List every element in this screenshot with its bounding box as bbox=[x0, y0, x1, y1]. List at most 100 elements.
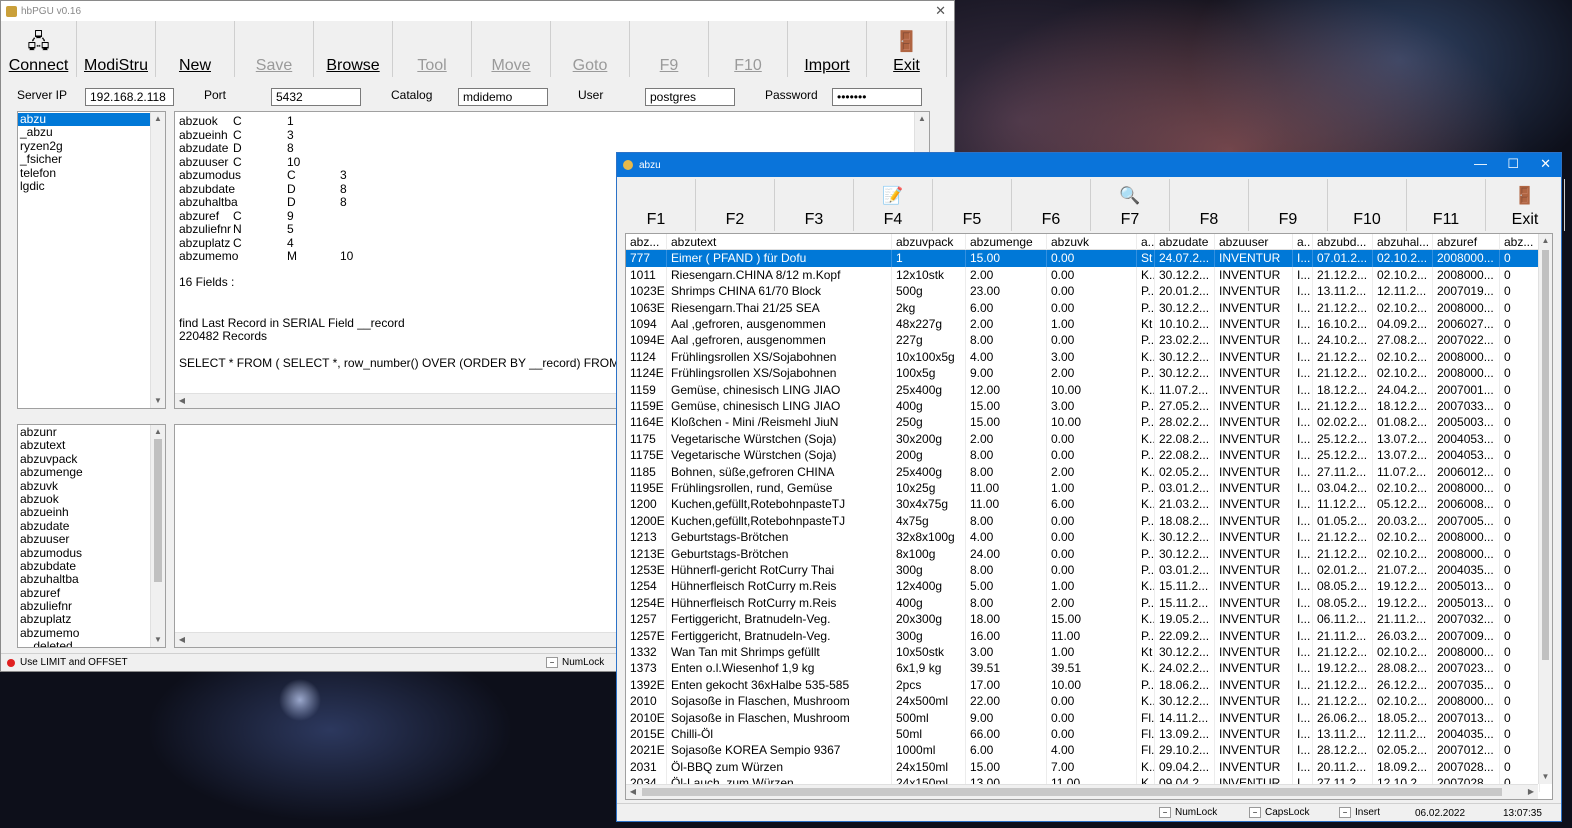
table-row[interactable]: 1011 Riesengarn.CHINA 8/12 m.Kopf 12x10stk… bbox=[626, 266, 1540, 284]
field-list-item[interactable]: abzumenge bbox=[18, 465, 165, 479]
grid-column-header[interactable]: a.. bbox=[1293, 234, 1313, 251]
close-icon[interactable]: ✕ bbox=[1540, 156, 1551, 172]
table-row[interactable]: 1200 Kuchen,gefüllt,RotebohnpasteTJ 30x4x7… bbox=[626, 496, 1540, 513]
field-list-item[interactable]: abzuok bbox=[18, 492, 165, 506]
table-row[interactable]: 1332 Wan Tan mit Shrimps gefüllt 10x50stk 3… bbox=[626, 644, 1540, 661]
table-list-item[interactable]: ryzen2g bbox=[18, 139, 165, 153]
table-row[interactable]: 1094E Aal ,gefroren, ausgenommen 227g 8.00 0… bbox=[626, 332, 1540, 349]
scroll-up-icon[interactable]: ▲ bbox=[151, 425, 165, 439]
table-list-item[interactable]: lgdic bbox=[18, 179, 165, 193]
table-row[interactable]: 1200E Kuchen,gefüllt,RotebohnpasteTJ 4x75g… bbox=[626, 512, 1540, 530]
grid-column-header[interactable]: abzuref bbox=[1433, 234, 1500, 251]
table-row[interactable]: 2021E Sojasoße KOREA Sempio 9367 1000ml 6.0… bbox=[626, 742, 1540, 759]
grid-column-header[interactable]: abzuhal... bbox=[1373, 234, 1433, 251]
table-list-item[interactable]: _abzu bbox=[18, 125, 165, 139]
toolbar-f10-button[interactable]: F10 bbox=[709, 21, 788, 77]
table-row[interactable]: 1063E Riesengarn.Thai 21/25 SEA 2kg 6.00 0.0… bbox=[626, 299, 1540, 316]
scroll-down-icon[interactable]: ▼ bbox=[151, 633, 165, 647]
table-list[interactable]: abzu _abzu ryzen2g _fsicher telefon lgdic ▲ ▼ bbox=[17, 111, 166, 409]
field-list-item[interactable]: abzueinh bbox=[18, 505, 165, 519]
table-row[interactable]: 1254E Hühnerfleisch RotCurry m.Reis 400g 8.… bbox=[626, 594, 1540, 612]
server-ip-input[interactable] bbox=[85, 88, 174, 106]
browse-f6-button[interactable]: F6 bbox=[1012, 179, 1091, 231]
browse-f8-button[interactable]: F8 bbox=[1170, 179, 1249, 231]
toolbar-save-button[interactable]: Save bbox=[235, 21, 314, 77]
table-row[interactable]: 1392E Enten gekocht 36xHalbe 535-585 2pcs 1… bbox=[626, 676, 1540, 694]
browse-f11-button[interactable]: F11 bbox=[1407, 179, 1486, 231]
table-row[interactable]: 1253E Hühnerfl-gericht RotCurry Thai 300g 8… bbox=[626, 562, 1540, 579]
field-list-item[interactable]: abzubdate bbox=[18, 559, 165, 573]
maximize-icon[interactable]: ☐ bbox=[1507, 156, 1519, 172]
toolbar-move-button[interactable]: Move bbox=[472, 21, 551, 77]
fields-list[interactable]: abzunr abzutext abzuvpack abzumenge abzuvk ab… bbox=[17, 424, 166, 648]
table-row[interactable]: 1213E Geburtstags-Brötchen 8x100g 24.00 0.00… bbox=[626, 545, 1540, 562]
field-list-item[interactable]: abzudate bbox=[18, 519, 165, 533]
grid-column-header[interactable]: a.. bbox=[1137, 234, 1155, 251]
table-row[interactable]: 1124 Frühlingsrollen XS/Sojabohnen 10x100x… bbox=[626, 348, 1540, 366]
table-row[interactable]: 1175E Vegetarische Würstchen (Soja) 200g 8.… bbox=[626, 447, 1540, 464]
toolbar-f9-button[interactable]: F9 bbox=[630, 21, 709, 77]
grid-vscrollbar[interactable]: ▲ ▼ bbox=[1538, 234, 1552, 784]
table-row[interactable]: 1175 Vegetarische Würstchen (Soja) 30x200g… bbox=[626, 430, 1540, 448]
close-icon[interactable]: ✕ bbox=[935, 3, 946, 19]
scroll-up-icon[interactable]: ▲ bbox=[1539, 234, 1552, 248]
browse-exit-button[interactable]: 🚪 Exit bbox=[1486, 179, 1565, 231]
scroll-down-icon[interactable]: ▼ bbox=[151, 394, 165, 408]
field-list-item[interactable]: abzuliefnr bbox=[18, 599, 165, 613]
table-row[interactable]: 1159 Gemüse, chinesisch LING JIAO 25x400g 1… bbox=[626, 381, 1540, 398]
browse-f3-button[interactable]: F3 bbox=[775, 179, 854, 231]
fields-list-scrollbar[interactable]: ▲ ▼ bbox=[150, 425, 165, 647]
toolbar-exit-button[interactable]: 🚪 Exit bbox=[867, 21, 947, 77]
grid-column-header[interactable]: abz... bbox=[1500, 234, 1540, 251]
field-list-item[interactable]: __deleted bbox=[18, 639, 165, 647]
browse-f10-button[interactable]: F10 bbox=[1328, 179, 1407, 231]
scroll-thumb[interactable] bbox=[154, 439, 162, 582]
scroll-thumb[interactable] bbox=[1542, 250, 1549, 660]
data-grid[interactable]: abz... abzutext abzuvpack abzumenge abzuvk a.… bbox=[625, 233, 1553, 800]
field-list-item[interactable]: abzuhaltba bbox=[18, 572, 165, 586]
user-input[interactable] bbox=[645, 88, 735, 106]
grid-column-header[interactable]: abzubd... bbox=[1313, 234, 1373, 251]
grid-column-header[interactable]: abzudate bbox=[1155, 234, 1215, 251]
scroll-up-icon[interactable]: ▲ bbox=[151, 112, 165, 126]
table-row[interactable]: 2015E Chilli-Öl 50ml 66.00 0.00 Fl. 13.09.2...… bbox=[626, 726, 1540, 743]
scroll-thumb[interactable] bbox=[642, 788, 1502, 796]
scroll-down-icon[interactable]: ▼ bbox=[1539, 770, 1552, 784]
table-row[interactable]: 1159E Gemüse, chinesisch LING JIAO 400g 15.… bbox=[626, 398, 1540, 415]
table-row[interactable]: 1254 Hühnerfleisch RotCurry m.Reis 12x400g… bbox=[626, 578, 1540, 595]
table-row[interactable]: 1257 Fertiggericht, Bratnudeln-Veg. 20x300… bbox=[626, 611, 1540, 628]
field-list-item[interactable]: abzuref bbox=[18, 586, 165, 600]
toolbar-modistru-button[interactable]: ModiStru bbox=[77, 21, 156, 77]
browse-f1-button[interactable]: F1 bbox=[617, 179, 696, 231]
field-list-item[interactable]: abzuvk bbox=[18, 479, 165, 493]
scroll-left-icon[interactable]: ◀ bbox=[175, 394, 189, 408]
field-list-item[interactable]: abzuuser bbox=[18, 532, 165, 546]
scroll-right-icon[interactable]: ▶ bbox=[1524, 785, 1538, 799]
field-list-item[interactable]: abzuvpack bbox=[18, 452, 165, 466]
table-list-scrollbar[interactable]: ▲ ▼ bbox=[150, 112, 165, 408]
toolbar-connect-button[interactable]: 🖧 Connect bbox=[1, 21, 77, 77]
browse-f2-button[interactable]: F2 bbox=[696, 179, 775, 231]
toolbar-browse-button[interactable]: Browse bbox=[314, 21, 393, 77]
table-row[interactable]: 1094 Aal ,gefroren, ausgenommen 48x227g 2.0… bbox=[626, 316, 1540, 333]
table-list-item[interactable]: abzu bbox=[18, 112, 150, 127]
password-input[interactable] bbox=[832, 88, 922, 106]
scroll-left-icon[interactable]: ◀ bbox=[175, 633, 189, 647]
toolbar-goto-button[interactable]: Goto bbox=[551, 21, 630, 77]
table-row[interactable]: 1023E Shrimps CHINA 61/70 Block 500g 23.00 0… bbox=[626, 283, 1540, 300]
table-row[interactable]: 777 Eimer ( PFAND ) für Dofu 1 15.00 0.00 St 2… bbox=[626, 250, 1540, 267]
port-input[interactable] bbox=[271, 88, 361, 106]
browse-f5-button[interactable]: F5 bbox=[933, 179, 1012, 231]
table-row[interactable]: 1257E Fertiggericht, Bratnudeln-Veg. 300g 1… bbox=[626, 627, 1540, 644]
grid-column-header[interactable]: abz... bbox=[626, 234, 667, 251]
field-list-item[interactable]: abzumemo bbox=[18, 626, 165, 640]
field-list-item[interactable]: abzuplatz bbox=[18, 613, 165, 627]
grid-hscrollbar[interactable]: ◀ ▶ bbox=[626, 784, 1538, 799]
table-row[interactable]: 1213 Geburtstags-Brötchen 32x8x100g 4.00 0.0… bbox=[626, 529, 1540, 546]
table-list-item[interactable]: telefon bbox=[18, 166, 165, 180]
catalog-input[interactable] bbox=[458, 88, 548, 106]
scroll-left-icon[interactable]: ◀ bbox=[626, 785, 640, 799]
table-row[interactable]: 2010E Sojasoße in Flaschen, Mushroom 500ml… bbox=[626, 709, 1540, 726]
table-row[interactable]: 1195E Frühlingsrollen, rund, Gemüse 10x25g… bbox=[626, 480, 1540, 497]
minimize-icon[interactable]: — bbox=[1474, 156, 1487, 171]
